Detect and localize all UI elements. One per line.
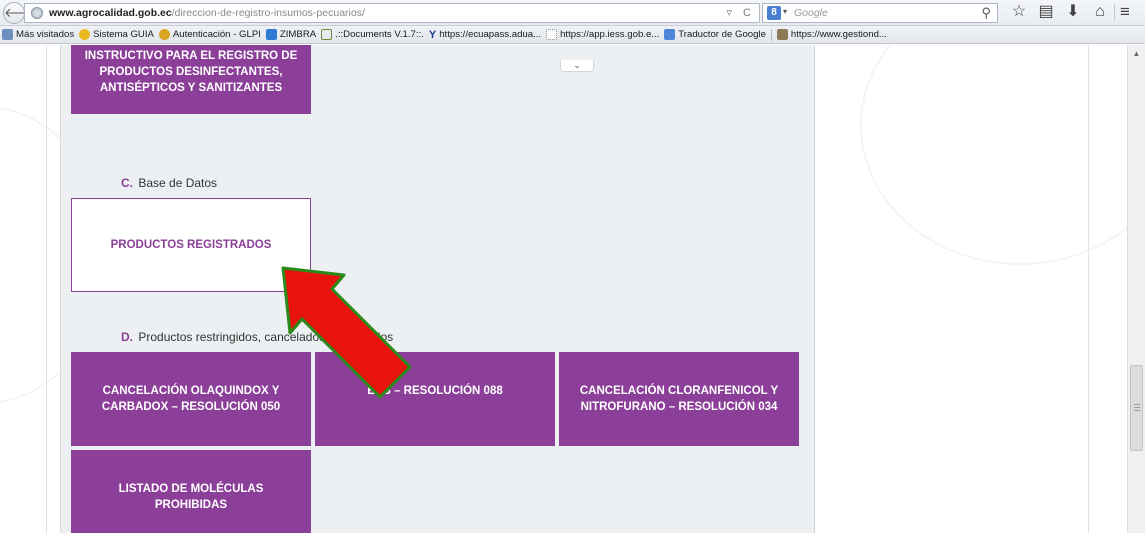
url-text: www.agrocalidad.gob.ec/direccion-de-regi… bbox=[49, 7, 365, 19]
site-identity-icon[interactable] bbox=[31, 7, 43, 19]
menu-icon[interactable]: ≡ bbox=[1120, 2, 1130, 22]
download-icon[interactable]: ⬇ bbox=[1064, 2, 1082, 22]
search-placeholder: Google bbox=[794, 7, 828, 19]
page-divider bbox=[46, 45, 47, 533]
guia-icon bbox=[79, 29, 91, 40]
folder-icon bbox=[2, 29, 13, 40]
page-scrollbar[interactable]: ▲ bbox=[1127, 45, 1145, 533]
grip-icon bbox=[1134, 404, 1140, 412]
tile-label: CANCELACIÓN CLORANFENICOL Y NITROFURANO … bbox=[579, 385, 779, 413]
bookmark-item[interactable]: Sistema GUIA bbox=[79, 29, 154, 40]
section-title: Base de Datos bbox=[138, 176, 218, 190]
reload-icon[interactable]: ▿ C bbox=[726, 6, 755, 19]
section-letter: D. bbox=[121, 330, 133, 344]
tile-label: INSTRUCTIVO PARA EL REGISTRO DE PRODUCTO… bbox=[84, 50, 298, 94]
bookmark-label: https://www.gestiond... bbox=[790, 29, 887, 40]
home-icon[interactable]: ⌂ bbox=[1091, 2, 1109, 22]
address-bar[interactable]: www.agrocalidad.gob.ec/direccion-de-regi… bbox=[24, 3, 760, 23]
gest-icon bbox=[776, 29, 788, 40]
search-icon[interactable]: ⚲ bbox=[981, 5, 991, 21]
bookmark-item[interactable]: .::Documents V.1.7::. bbox=[321, 29, 424, 40]
bookmark-item[interactable]: Yhttps://ecuapass.adua... bbox=[429, 29, 541, 41]
tile-productos-registrados[interactable]: PRODUCTOS REGISTRADOS bbox=[71, 198, 311, 292]
bookmark-label: Más visitados bbox=[16, 29, 75, 40]
toolbar-divider bbox=[1114, 4, 1115, 21]
bookmark-label: https://app.iess.gob.e... bbox=[560, 29, 660, 40]
bookmark-label: Autenticación - GLPI bbox=[172, 29, 261, 40]
v-icon: Y bbox=[428, 28, 437, 41]
search-engine-dropdown-icon[interactable]: ▾ bbox=[783, 7, 787, 16]
glpi-icon bbox=[158, 29, 170, 40]
web-page: ⌄ INSTRUCTIVO PARA EL REGISTRO DE PRODUC… bbox=[0, 45, 1127, 533]
background-pattern bbox=[860, 45, 1127, 265]
bookmark-label: Sistema GUIA bbox=[93, 29, 154, 40]
bookmark-item[interactable]: https://www.gestiond... bbox=[776, 29, 887, 40]
tile-instructivo-desinfectantes[interactable]: INSTRUCTIVO PARA EL REGISTRO DE PRODUCTO… bbox=[71, 45, 311, 114]
tr-icon bbox=[664, 29, 676, 40]
arrow-shape bbox=[281, 266, 412, 399]
tile-cancelacion-olaquindox[interactable]: CANCELACIÓN OLAQUINDOX Y CARBADOX – RESO… bbox=[71, 352, 311, 446]
tile-label: LISTADO DE MOLÉCULAS PROHIBIDAS bbox=[118, 483, 264, 511]
blank-icon bbox=[546, 29, 558, 40]
bookmark-label: .::Documents V.1.7::. bbox=[335, 29, 424, 40]
zimbra-icon bbox=[265, 29, 277, 40]
page-divider bbox=[1088, 45, 1089, 533]
tile-label: CANCELACIÓN OLAQUINDOX Y CARBADOX – RESO… bbox=[101, 385, 281, 413]
bookmark-label: Traductor de Google bbox=[678, 29, 766, 40]
bookmark-label: ZIMBRA bbox=[279, 29, 317, 40]
bookmark-separator bbox=[770, 28, 772, 41]
bookmarks-bar: Más visitados Sistema GUIA Autenticación -… bbox=[0, 26, 1145, 44]
bookmark-item[interactable]: Autenticación - GLPI bbox=[158, 29, 261, 40]
scroll-up-icon[interactable]: ▲ bbox=[1128, 45, 1145, 62]
red-pointer-arrow bbox=[281, 266, 412, 399]
tile-label: PRODUCTOS REGISTRADOS bbox=[110, 239, 272, 251]
bookmark-item[interactable]: https://app.iess.gob.e... bbox=[546, 29, 659, 40]
search-box[interactable]: 8 ▾ Google ⚲ bbox=[762, 3, 998, 23]
scrollbar-thumb[interactable] bbox=[1130, 365, 1143, 451]
collapse-chevron-icon[interactable]: ⌄ bbox=[560, 60, 594, 72]
doc-icon bbox=[321, 29, 333, 40]
bookmark-star-icon[interactable]: ☆ bbox=[1010, 2, 1028, 22]
browser-toolbar: 🡐 www.agrocalidad.gob.ec/direccion-de-re… bbox=[0, 0, 1145, 26]
url-domain: www.agrocalidad.gob.ec bbox=[49, 7, 172, 19]
toolbar-icons: ☆ ▤ ⬇ ⌂ bbox=[1010, 2, 1109, 22]
back-arrow-icon[interactable]: 🡐 bbox=[3, 2, 39, 24]
section-c-heading: C. Base de Datos bbox=[121, 176, 217, 190]
tile-cancelacion-cloranfenicol[interactable]: CANCELACIÓN CLORANFENICOL Y NITROFURANO … bbox=[559, 352, 799, 446]
bookmark-item[interactable]: Más visitados bbox=[2, 29, 74, 40]
url-path: /direccion-de-registro-insumos-pecuarios… bbox=[171, 7, 365, 19]
reading-list-icon[interactable]: ▤ bbox=[1037, 2, 1055, 22]
tile-listado-moleculas[interactable]: LISTADO DE MOLÉCULAS PROHIBIDAS bbox=[71, 450, 311, 533]
search-engine-icon[interactable]: 8 bbox=[767, 6, 781, 20]
section-letter: C. bbox=[121, 176, 133, 190]
bookmark-item[interactable]: Traductor de Google bbox=[664, 29, 766, 40]
bookmark-label: https://ecuapass.adua... bbox=[439, 29, 542, 40]
bookmark-item[interactable]: ZIMBRA bbox=[265, 29, 317, 40]
